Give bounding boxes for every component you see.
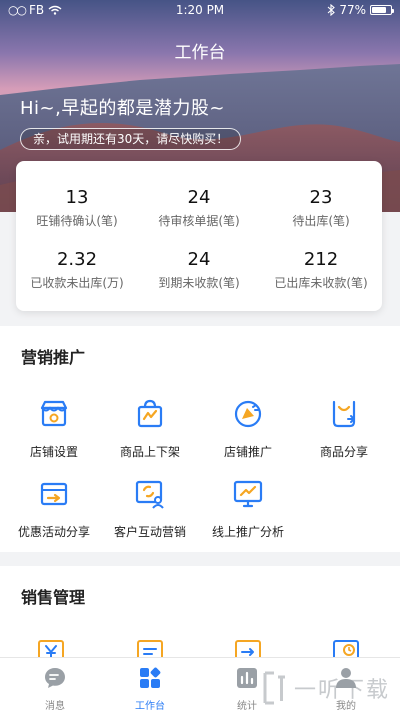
shop-settings-icon [40, 400, 68, 427]
page-title: 工作台 [174, 43, 226, 63]
stat-value: 24 [187, 249, 211, 270]
stat-overdue-unpaid[interactable]: 24 到期未收款(笔) [138, 249, 260, 291]
grid-item-label: 客户互动营销 [113, 525, 186, 539]
shop-promotion-icon [234, 400, 262, 428]
stat-shop-pending[interactable]: 13 旺铺待确认(笔) [16, 187, 138, 229]
tab-label: 消息 [45, 701, 65, 711]
stat-value: 23 [309, 187, 333, 208]
stat-label: 已收款未出库(万) [30, 276, 124, 290]
tab-workbench[interactable]: 工作台 [100, 658, 200, 711]
stat-shipped-unpaid[interactable]: 212 已出库未收款(笔) [260, 249, 382, 291]
sales-order-icon[interactable] [137, 640, 163, 657]
watermark-text: 一听下载 [294, 677, 391, 703]
stat-label: 待出库(笔) [292, 214, 350, 228]
grid-item-label: 优惠活动分享 [17, 525, 90, 539]
customer-interaction-icon [135, 480, 164, 509]
tab-label: 工作台 [135, 701, 165, 711]
battery-icon [370, 5, 394, 15]
watermark: 一听下载 [262, 664, 400, 711]
stat-label: 到期未收款(笔) [158, 276, 240, 290]
stat-value: 13 [65, 187, 89, 208]
trial-notice[interactable]: 亲，试用期还有30天，请尽快购买！ [20, 128, 242, 150]
marketing-section: 营销推广 店铺设置 商品上下架 店铺推广 商品分享 优惠活动分享 客户互动营销 … [0, 326, 400, 552]
product-share-button[interactable]: 商品分享 [294, 398, 394, 460]
promotion-analytics-icon [233, 480, 263, 508]
stat-value: 212 [303, 249, 339, 270]
product-shelf-icon [137, 399, 163, 428]
customer-interaction-button[interactable]: 客户互动营销 [100, 478, 200, 540]
coupon-share-icon [40, 482, 68, 506]
section-title: 营销推广 [21, 348, 86, 367]
section-title: 销售管理 [21, 588, 86, 607]
grid-item-label: 店铺推广 [223, 445, 272, 459]
stat-pending-review[interactable]: 24 待审核单据(笔) [138, 187, 260, 229]
sales-yuan-icon[interactable] [38, 640, 64, 657]
shop-settings-button[interactable]: 店铺设置 [4, 398, 104, 460]
promotion-analytics-button[interactable]: 线上推广分析 [198, 478, 298, 540]
stat-label: 已出库未收款(笔) [274, 276, 368, 290]
stat-pending-outbound[interactable]: 23 待出库(笔) [260, 187, 382, 229]
shop-promotion-button[interactable]: 店铺推广 [198, 398, 298, 460]
stat-value: 24 [187, 187, 211, 208]
watermark-logo-icon [263, 671, 285, 704]
grid-item-label: 商品上下架 [119, 445, 180, 459]
sales-clock-icon[interactable] [333, 640, 359, 657]
coupon-share-button[interactable]: 优惠活动分享 [4, 478, 104, 540]
sales-transfer-icon[interactable] [235, 640, 261, 657]
bluetooth-icon [327, 4, 336, 16]
workbench-icon [140, 667, 161, 688]
message-icon [45, 668, 65, 688]
greeting-text: Hi~,早起的都是潜力股~ [20, 98, 225, 119]
stat-value: 2.32 [56, 249, 98, 270]
stats-card: 13 旺铺待确认(笔) 24 待审核单据(笔) 23 待出库(笔) 2.32 已… [16, 161, 382, 311]
stat-label: 待审核单据(笔) [158, 214, 240, 228]
stat-paid-not-shipped[interactable]: 2.32 已收款未出库(万) [16, 249, 138, 291]
product-shelf-button[interactable]: 商品上下架 [100, 398, 200, 460]
statistics-icon [237, 668, 257, 688]
battery-percent: 77% [339, 3, 366, 17]
grid-item-label: 商品分享 [319, 445, 368, 459]
status-bar: ○○ FB 1:20 PM 77% [0, 0, 400, 20]
stat-label: 旺铺待确认(笔) [36, 214, 118, 228]
product-share-icon [332, 400, 356, 428]
grid-item-label: 线上推广分析 [211, 525, 284, 539]
sales-section: 销售管理 [0, 566, 400, 657]
tab-messages[interactable]: 消息 [5, 658, 105, 711]
grid-item-label: 店铺设置 [29, 445, 78, 459]
